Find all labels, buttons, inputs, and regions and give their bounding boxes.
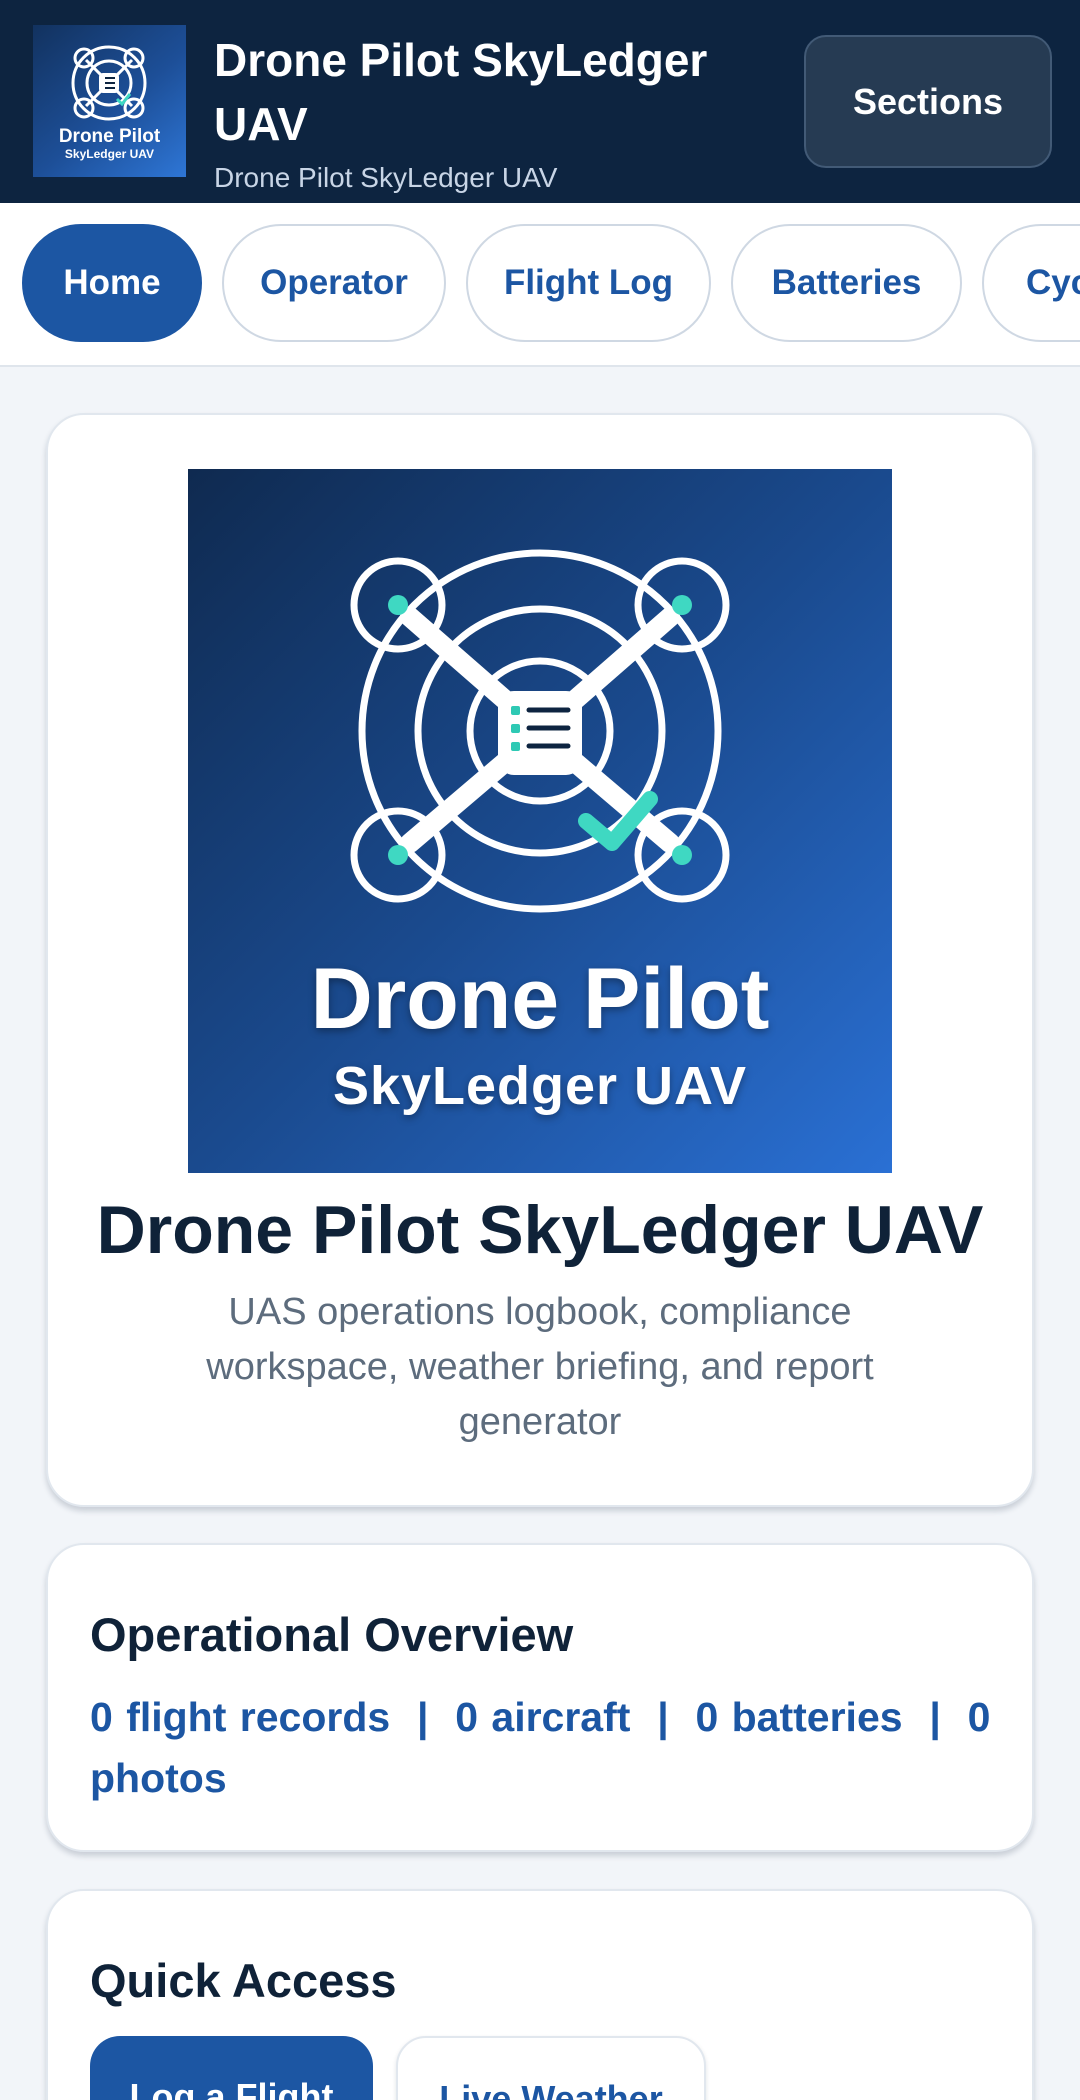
log-flight-button[interactable]: Log a Flight	[90, 2036, 373, 2100]
tab-bar: Home Operator Flight Log Batteries Cyc	[0, 203, 1080, 367]
app-header: Drone Pilot SkyLedger UAV Drone Pilot Sk…	[0, 0, 1080, 203]
logo-text: Drone Pilot	[58, 126, 161, 147]
quick-access-heading: Quick Access	[90, 1954, 397, 2007]
tab-cycles[interactable]: Cyc	[982, 224, 1080, 342]
tab-home[interactable]: Home	[22, 224, 202, 342]
app-logo: Drone Pilot SkyLedger UAV	[33, 25, 186, 177]
hero-brand-subname: SkyLedger UAV	[332, 1056, 748, 1116]
overview-heading: Operational Overview	[90, 1608, 574, 1661]
logo-subtext: SkyLedger UAV	[64, 147, 155, 161]
tab-batteries[interactable]: Batteries	[731, 224, 962, 342]
app-title: Drone Pilot SkyLedger UAV	[214, 34, 708, 150]
hero-logo-image: Drone Pilot SkyLedger UAV	[188, 469, 892, 1173]
quick-access-card: Quick Access Log a Flight Live Weather	[46, 1889, 1034, 2100]
tab-flight-log[interactable]: Flight Log	[466, 224, 711, 342]
sections-button[interactable]: Sections	[804, 35, 1052, 168]
overview-card: Operational Overview 0 flight records | …	[46, 1543, 1034, 1852]
hero-card: Drone Pilot SkyLedger UAV Drone Pilot Sk…	[46, 413, 1034, 1507]
app-subtitle: Drone Pilot SkyLedger UAV	[214, 162, 558, 193]
hero-brand-name: Drone Pilot	[310, 951, 770, 1047]
overview-stats: 0 flight records | 0 aircraft | 0 batter…	[90, 1694, 1004, 1801]
tab-operator[interactable]: Operator	[222, 224, 446, 342]
hero-title: Drone Pilot SkyLedger UAV	[96, 1192, 984, 1268]
live-weather-button[interactable]: Live Weather	[396, 2036, 706, 2100]
hero-description: UAS operations logbook, compliance works…	[206, 1291, 874, 1443]
